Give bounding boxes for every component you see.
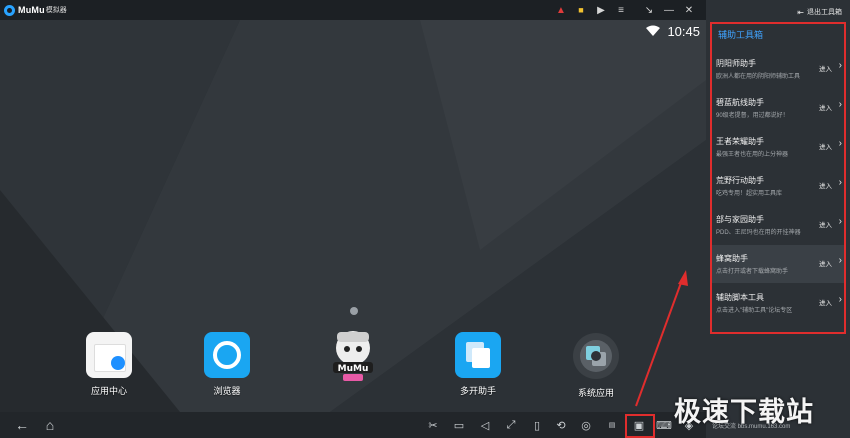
title-bar: MuMu 模拟器 ▲ ■ ▶ ≡ ↘ — ✕ [0, 0, 706, 20]
status-bar: 10:45 [645, 20, 700, 42]
logo-subtitle: 模拟器 [45, 7, 67, 14]
rotate-icon[interactable]: ⟲ [552, 416, 570, 434]
system-apps-icon [573, 333, 619, 379]
toolbox-highlight-box [625, 414, 655, 438]
watermark-subtext: 论坛交流 bbs.mumu.163.com [712, 424, 791, 430]
android-screen[interactable]: 10:45 应用中心 浏览器 MuMu 多开助手 系统应用 [0, 20, 706, 412]
keyboard-icon[interactable]: ⌨ [655, 416, 673, 434]
app-label: 系统应用 [577, 388, 614, 398]
app-label: 应用中心 [90, 386, 127, 396]
home-icon[interactable]: ⌂ [40, 415, 60, 435]
multi-instance-icon [455, 332, 501, 378]
status-clock: 10:45 [667, 23, 700, 39]
back-icon[interactable]: ← [12, 415, 32, 435]
logo-text: MuMu [18, 5, 45, 15]
volume-icon[interactable]: ◁ [476, 416, 494, 434]
minimize-icon[interactable]: — [660, 0, 678, 20]
app-app-center[interactable]: 应用中心 [74, 332, 144, 397]
svg-text:MuMu: MuMu [338, 364, 369, 374]
app-logo: MuMu 模拟器 [4, 4, 67, 16]
cut-icon[interactable]: ✂ [424, 416, 442, 434]
app-mumu-mascot[interactable]: MuMu [318, 326, 388, 382]
app-center-icon [86, 332, 132, 378]
watermark: 极速下载站 论坛交流 bbs.mumu.163.com [672, 388, 842, 434]
app-multi-instance[interactable]: 多开助手 [443, 332, 513, 397]
collapse-icon[interactable]: ↘ [640, 0, 658, 20]
exit-icon: ⇤ [797, 7, 804, 17]
play-icon[interactable]: ▶ [592, 0, 610, 20]
location-icon[interactable]: ◎ [577, 416, 595, 434]
menu-icon[interactable]: ≡ [612, 0, 630, 20]
folder-icon[interactable]: ▭ [450, 416, 468, 434]
emulator-window: MuMu 模拟器 ▲ ■ ▶ ≡ ↘ — ✕ 10:45 应用中心 浏览器 Mu… [0, 0, 850, 438]
wifi-icon [646, 25, 661, 36]
exit-toolbox-label: 退出工具箱 [807, 9, 842, 16]
toolbox-highlight-frame [710, 22, 846, 334]
mumu-mascot-icon: MuMu [333, 331, 373, 381]
close-icon[interactable]: ✕ [680, 0, 698, 20]
page-indicator [350, 307, 358, 315]
title-bar-controls: ▲ ■ ▶ ≡ ↘ — ✕ [550, 0, 698, 20]
bottom-toolbar: ← ⌂ ✂ ▭ ◁ ⤢ ▯ ⟲ ◎ ▤ ▣ ⌨ ◈ [0, 412, 706, 438]
app-label: 多开助手 [459, 386, 496, 396]
app-label: 浏览器 [213, 386, 241, 396]
mumu-logo-icon [4, 4, 15, 16]
app-system-apps[interactable]: 系统应用 [561, 332, 631, 399]
warning-icon[interactable]: ▲ [552, 0, 570, 20]
shake-icon[interactable]: ▯ [528, 416, 546, 434]
app-browser[interactable]: 浏览器 [192, 332, 262, 397]
apk-icon[interactable]: ▤ [603, 416, 621, 434]
gift-icon[interactable]: ■ [572, 0, 590, 20]
fullscreen-icon[interactable]: ⤢ [502, 416, 520, 434]
exit-toolbox-button[interactable]: ⇤ 退出工具箱 [706, 0, 850, 24]
browser-icon [204, 332, 250, 378]
